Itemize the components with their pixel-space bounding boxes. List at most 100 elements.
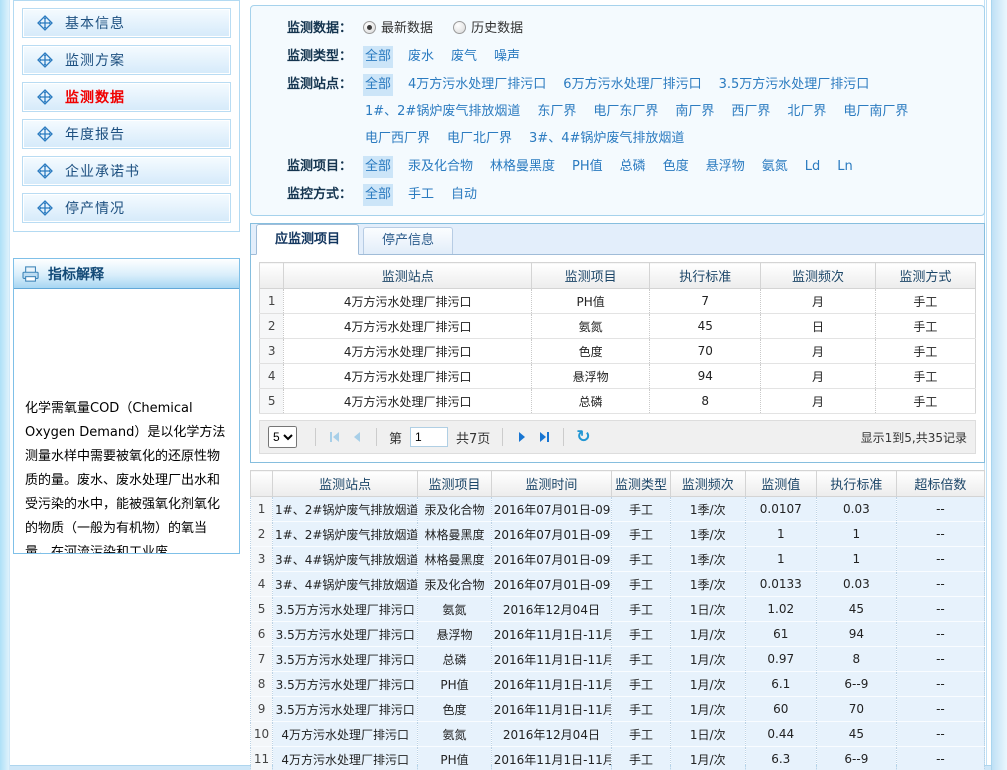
table-row[interactable]: 54万方污水处理厂排污口总磷8月手工: [260, 389, 976, 414]
cell: 0.0133: [745, 572, 816, 597]
filter-option[interactable]: 林格曼黑度: [488, 156, 557, 178]
indicator-explain-title: 指标解释: [48, 264, 104, 284]
tab-1[interactable]: 应监测项目: [256, 224, 359, 255]
cell: 1季/次: [670, 497, 745, 522]
filter-option[interactable]: 手工: [406, 184, 436, 206]
table-row[interactable]: 104万方污水处理厂排污口氨氮2016年12月04日手工1日/次0.4445--: [251, 722, 985, 747]
filter-option[interactable]: 东厂界: [535, 101, 578, 123]
filter-option[interactable]: 南厂界: [673, 101, 716, 123]
page-number-input[interactable]: [410, 427, 448, 447]
table-row[interactable]: 14万方污水处理厂排污口PH值7月手工: [260, 289, 976, 314]
filter-option[interactable]: 噪声: [492, 46, 522, 68]
radio-latest-data[interactable]: [363, 21, 376, 34]
filter-option[interactable]: 北厂界: [785, 101, 828, 123]
filter-option[interactable]: Ld: [803, 156, 823, 178]
filter-option[interactable]: 总磷: [618, 156, 648, 178]
filter-option[interactable]: 废水: [406, 46, 436, 68]
cell: 60: [745, 697, 816, 722]
table-row[interactable]: 33#、4#锅炉废气排放烟道林格曼黑度2016年07月01日-09手工1季/次1…: [251, 547, 985, 572]
column-header: 监测站点: [273, 471, 418, 497]
cell: --: [896, 572, 984, 597]
table-row[interactable]: 83.5万方污水处理厂排污口PH值2016年11月1日-11月手工1月/次6.1…: [251, 672, 985, 697]
filter-option[interactable]: 全部: [363, 46, 393, 68]
column-header: 监测项目: [418, 471, 491, 497]
filter-option[interactable]: 6万方污水处理厂排污口: [561, 74, 703, 96]
filter-label: 监测数据：: [287, 15, 363, 42]
cell: 2016年07月01日-09: [491, 497, 611, 522]
cell: 3.5万方污水处理厂排污口: [273, 647, 418, 672]
filter-option[interactable]: Ln: [835, 156, 854, 178]
filter-option[interactable]: PH值: [570, 156, 605, 178]
row-number: 3: [251, 547, 273, 572]
sidebar-item-3[interactable]: 监测数据: [22, 82, 231, 112]
printer-icon: [22, 266, 40, 282]
table-row[interactable]: 93.5万方污水处理厂排污口色度2016年11月1日-11月手工1月/次6070…: [251, 697, 985, 722]
first-page-icon[interactable]: [324, 426, 346, 448]
filter-option[interactable]: 氨氮: [760, 156, 790, 178]
filter-option[interactable]: 电厂东厂界: [591, 101, 660, 123]
sidebar-item-4[interactable]: 年度报告: [22, 119, 231, 149]
filter-option[interactable]: 电厂北厂界: [445, 128, 514, 150]
sidebar: 基本信息监测方案监测数据年度报告企业承诺书停产情况 指标解释 化学需氧量COD（…: [13, 0, 240, 554]
cell: 3.5万方污水处理厂排污口: [273, 622, 418, 647]
tab-2[interactable]: 停产信息: [363, 227, 453, 254]
cell: PH值: [418, 747, 491, 770]
filter-option[interactable]: 色度: [661, 156, 691, 178]
filter-label: 监测项目：: [287, 153, 363, 180]
cell: 林格曼黑度: [418, 522, 491, 547]
table-row[interactable]: 21#、2#锅炉废气排放烟道林格曼黑度2016年07月01日-09手工1季/次1…: [251, 522, 985, 547]
table-row[interactable]: 43#、4#锅炉废气排放烟道汞及化合物2016年07月01日-09手工1季/次0…: [251, 572, 985, 597]
cell: 45: [650, 314, 761, 339]
sidebar-item-label: 监测方案: [65, 50, 125, 70]
filter-option[interactable]: 西厂界: [729, 101, 772, 123]
cell: 6--9: [816, 672, 896, 697]
cell: --: [896, 672, 984, 697]
table-row[interactable]: 63.5万方污水处理厂排污口悬浮物2016年11月1日-11月手工1月/次619…: [251, 622, 985, 647]
column-header: [251, 471, 273, 497]
cell: 70: [650, 339, 761, 364]
table-row[interactable]: 24万方污水处理厂排污口氨氮45日手工: [260, 314, 976, 339]
table-row[interactable]: 73.5万方污水处理厂排污口总磷2016年11月1日-11月手工1月/次0.97…: [251, 647, 985, 672]
filter-option[interactable]: 自动: [449, 184, 479, 206]
cell: 0.44: [745, 722, 816, 747]
prev-page-icon[interactable]: [346, 426, 368, 448]
filter-option[interactable]: 1#、2#锅炉废气排放烟道: [363, 101, 522, 123]
radio-latest-data-label[interactable]: 最新数据: [381, 21, 433, 36]
filter-option[interactable]: 4万方污水处理厂排污口: [406, 74, 548, 96]
sidebar-item-label: 年度报告: [65, 124, 125, 144]
next-page-icon[interactable]: [511, 426, 533, 448]
cell: 1: [745, 547, 816, 572]
cell: 手工: [612, 547, 671, 572]
sidebar-item-6[interactable]: 停产情况: [22, 193, 231, 223]
row-number: 1: [251, 497, 273, 522]
page-size-select[interactable]: 5: [268, 426, 297, 448]
filter-option[interactable]: 全部: [363, 74, 393, 96]
filter-option[interactable]: 悬浮物: [704, 156, 747, 178]
table-row[interactable]: 114万方污水处理厂排污口PH值2016年11月1日-11月手工1月/次6.36…: [251, 747, 985, 770]
table-row[interactable]: 53.5万方污水处理厂排污口氨氮2016年12月04日手工1日/次1.0245-…: [251, 597, 985, 622]
sidebar-item-5[interactable]: 企业承诺书: [22, 156, 231, 186]
cell: 94: [816, 622, 896, 647]
table-row[interactable]: 11#、2#锅炉废气排放烟道汞及化合物2016年07月01日-09手工1季/次0…: [251, 497, 985, 522]
refresh-icon[interactable]: ↻: [576, 427, 590, 447]
filter-option[interactable]: 3#、4#锅炉废气排放烟道: [527, 128, 686, 150]
cell: 月: [761, 339, 876, 364]
cell: 色度: [532, 339, 650, 364]
radio-history-data[interactable]: [453, 21, 466, 34]
cell: 月: [761, 389, 876, 414]
filter-option[interactable]: 3.5万方污水处理厂排污口: [717, 74, 872, 96]
cell: 手工: [612, 572, 671, 597]
filter-option[interactable]: 废气: [449, 46, 479, 68]
last-page-icon[interactable]: [533, 426, 555, 448]
table-row[interactable]: 34万方污水处理厂排污口色度70月手工: [260, 339, 976, 364]
filter-option[interactable]: 电厂西厂界: [363, 128, 432, 150]
radio-history-data-label[interactable]: 历史数据: [471, 21, 523, 36]
filter-option[interactable]: 电厂南厂界: [841, 101, 910, 123]
sidebar-item-1[interactable]: 基本信息: [22, 8, 231, 38]
filter-option[interactable]: 全部: [363, 184, 393, 206]
filter-option[interactable]: 全部: [363, 156, 393, 178]
sidebar-item-2[interactable]: 监测方案: [22, 45, 231, 75]
filter-option[interactable]: 汞及化合物: [406, 156, 475, 178]
table-row[interactable]: 44万方污水处理厂排污口悬浮物94月手工: [260, 364, 976, 389]
cell: 手工: [875, 389, 975, 414]
